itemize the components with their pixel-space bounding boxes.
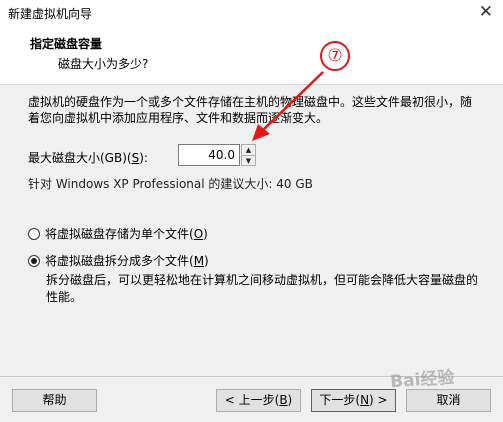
disk-size-stepper[interactable]: ▲ ▼ [241,144,256,166]
split-description: 拆分磁盘后，可以更轻松地在计算机之间移动虚拟机，但可能会降低大容量磁盘的性能。 [46,273,479,304]
watermark-logo: Bai经验 [389,367,456,393]
disk-description: 虚拟机的硬盘作为一个或多个文件存储在主机的物理磁盘中。这些文件最初很小，随着您向… [28,95,473,125]
next-button[interactable]: 下一步(N) > [311,389,396,412]
radio-single-icon[interactable] [28,227,40,240]
page-subtitle: 磁盘大小为多少? [58,57,149,71]
wizard-header: 指定磁盘容量 磁盘大小为多少? [0,26,503,85]
help-button[interactable]: 帮助 [12,389,97,412]
window-title: 新建虚拟机向导 [8,7,93,21]
title-bar: 新建虚拟机向导 ✕ [0,0,503,26]
recommended-size: 针对 Windows XP Professional 的建议大小: 40 GB [28,177,313,191]
cancel-button[interactable]: 取消 [406,389,491,412]
close-icon[interactable]: ✕ [479,2,493,22]
stepper-down-icon[interactable]: ▼ [242,156,255,166]
radio-single-file[interactable]: 将虚拟磁盘存储为单个文件(O) [28,225,208,242]
disk-size-input[interactable]: 40.0 [178,144,240,166]
radio-multiple-files[interactable]: 将虚拟磁盘拆分成多个文件(M) [28,252,209,269]
radio-multi-icon[interactable] [28,254,40,267]
radio-multi-label: 将虚拟磁盘拆分成多个文件(M) [45,254,209,268]
page-title: 指定磁盘容量 [30,37,103,51]
back-button[interactable]: < 上一步(B) [216,389,301,412]
disk-size-label: 最大磁盘大小(GB)(S): [28,151,148,165]
radio-single-label: 将虚拟磁盘存储为单个文件(O) [45,227,208,241]
stepper-up-icon[interactable]: ▲ [242,145,255,156]
annotation-step-badge: ⑦ [320,41,350,71]
